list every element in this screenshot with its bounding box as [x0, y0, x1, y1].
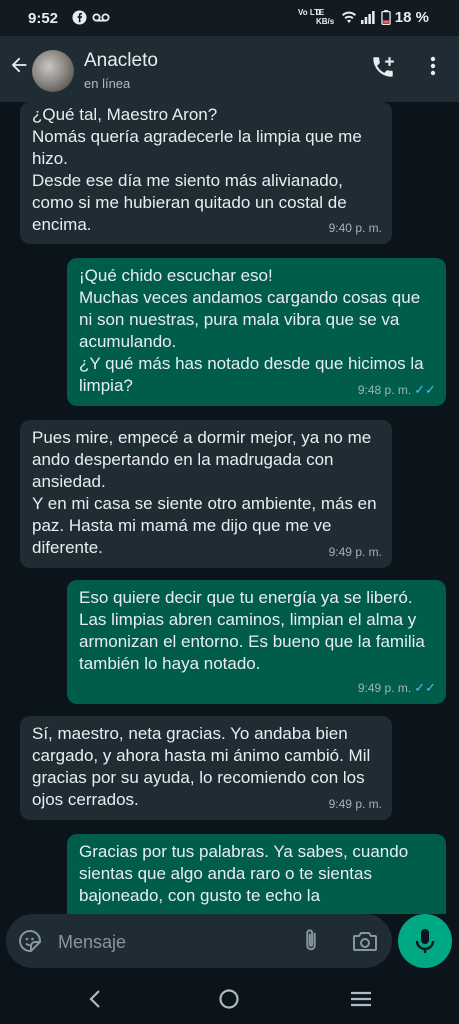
message-time: 9:40 p. m. [328, 221, 382, 235]
facebook-icon [72, 10, 87, 28]
message-incoming[interactable]: Sí, maestro, neta gracias. Yo andaba bie… [20, 716, 392, 820]
paperclip-icon[interactable] [300, 928, 322, 959]
message-time: 9:49 p. m. [357, 681, 412, 695]
arrow-left-icon[interactable] [8, 52, 30, 83]
recents-nav-icon[interactable] [350, 988, 372, 1015]
message-text: Gracias por tus palabras. Ya sabes, cuan… [79, 842, 409, 905]
voicemail-icon [92, 10, 110, 28]
chat-header: Anacleto en línea [0, 36, 459, 102]
home-nav-icon[interactable] [218, 988, 240, 1015]
contact-status: en línea [84, 76, 131, 91]
system-navigation-bar [0, 976, 459, 1024]
message-incoming[interactable]: Pues mire, empecé a dormir mejor, ya no … [20, 420, 392, 568]
message-outgoing[interactable]: Gracias por tus palabras. Ya sabes, cuan… [67, 834, 446, 914]
message-meta: 9:48 p. m. ✓✓ [358, 379, 436, 401]
avatar[interactable] [32, 50, 74, 92]
sticker-icon[interactable] [18, 929, 42, 953]
message-input-bar [6, 914, 392, 968]
battery-percent: 18 % [394, 9, 429, 26]
status-time: 9:52 [28, 10, 59, 27]
microphone-icon[interactable] [398, 914, 452, 968]
message-text: Eso quiere decir que tu energía ya se li… [79, 588, 425, 673]
double-check-icon: ✓✓ [414, 382, 436, 397]
message-incoming[interactable]: ¿Qué tal, Maestro Aron? Nomás quería agr… [20, 102, 392, 244]
network-speed: 0 KB/s [316, 8, 335, 26]
chat-area[interactable]: ¿Qué tal, Maestro Aron? Nomás quería agr… [0, 102, 459, 914]
message-time: 9:49 p. m. [328, 545, 382, 559]
message-input[interactable] [56, 928, 280, 956]
signal-icon [361, 10, 375, 27]
message-outgoing[interactable]: Eso quiere decir que tu energía ya se li… [67, 580, 446, 704]
add-call-icon[interactable] [370, 54, 396, 86]
status-bar: 9:52 Vo LTE 0 KB/s 18 % [0, 0, 459, 36]
message-time: 9:48 p. m. [357, 383, 412, 397]
battery-icon [381, 10, 391, 28]
contact-name[interactable]: Anacleto [84, 50, 158, 72]
message-time: 9:49 p. m. [328, 797, 382, 811]
wifi-icon [341, 10, 357, 27]
camera-icon[interactable] [352, 929, 378, 958]
message-text: Pues mire, empecé a dormir mejor, ya no … [32, 428, 377, 557]
message-text: ¡Qué chido escuchar eso! Muchas veces an… [79, 266, 424, 395]
back-nav-icon[interactable] [86, 988, 106, 1015]
double-check-icon: ✓✓ [414, 680, 436, 695]
more-vertical-icon[interactable] [424, 54, 442, 84]
message-meta: 9:49 p. m. ✓✓ [358, 677, 436, 699]
message-outgoing[interactable]: ¡Qué chido escuchar eso! Muchas veces an… [67, 258, 446, 406]
